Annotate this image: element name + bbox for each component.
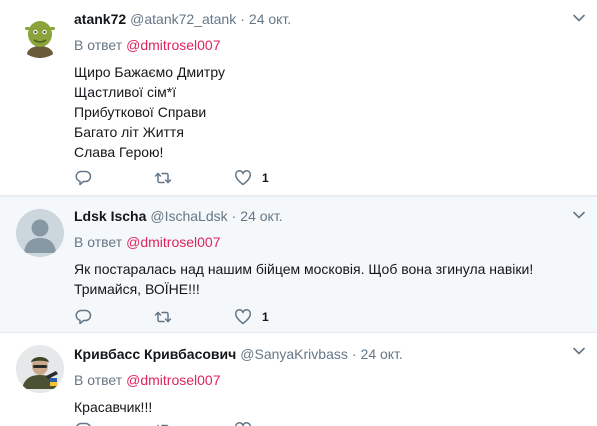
tweet-timestamp[interactable]: 24 окт. bbox=[249, 10, 291, 28]
reply-icon bbox=[75, 170, 92, 186]
tweet-header: Ldsk Ischa @IschaLdsk · 24 окт. bbox=[74, 207, 583, 225]
tweet-timestamp[interactable]: 24 окт. bbox=[361, 345, 403, 363]
tweet-actions: 1 bbox=[74, 168, 314, 188]
retweet-button[interactable] bbox=[154, 307, 234, 327]
avatar[interactable] bbox=[16, 209, 64, 257]
like-icon bbox=[234, 170, 252, 186]
tweet-content: Кривбасс Кривбасович @SanyaKrivbass · 24… bbox=[74, 345, 583, 417]
user-handle[interactable]: @IschaLdsk bbox=[150, 207, 227, 225]
tweet-content: Ldsk Ischa @IschaLdsk · 24 окт. В ответ @… bbox=[74, 207, 583, 299]
user-handle[interactable]: @SanyaKrivbass bbox=[240, 345, 348, 363]
reply-context: В ответ @dmitrosel007 bbox=[74, 36, 583, 54]
tweet-header: Кривбасс Кривбасович @SanyaKrivbass · 24… bbox=[74, 345, 583, 363]
tweet-text-line: Багато літ Життя bbox=[74, 124, 184, 140]
like-count: 1 bbox=[262, 171, 269, 185]
caret-down-icon[interactable] bbox=[573, 347, 585, 355]
reply-button[interactable] bbox=[74, 421, 154, 426]
tweet-timestamp[interactable]: 24 окт. bbox=[240, 207, 282, 225]
retweet-button[interactable] bbox=[154, 168, 234, 188]
reply-button[interactable] bbox=[74, 168, 154, 188]
like-icon bbox=[234, 422, 252, 426]
tweet-text-line: Красавчик!!! bbox=[74, 399, 153, 415]
like-icon bbox=[234, 309, 252, 325]
like-count: 1 bbox=[262, 310, 269, 324]
user-fullname[interactable]: Ldsk Ischa bbox=[74, 207, 146, 225]
reply-prefix: В ответ bbox=[74, 37, 123, 53]
reply-context: В ответ @dmitrosel007 bbox=[74, 371, 583, 389]
retweet-icon bbox=[157, 424, 169, 426]
reply-context: В ответ @dmitrosel007 bbox=[74, 233, 583, 251]
caret-down-icon[interactable] bbox=[573, 14, 585, 22]
user-fullname[interactable]: atank72 bbox=[74, 10, 126, 28]
reply-mention-link[interactable]: @dmitrosel007 bbox=[126, 372, 220, 388]
tweet-text-line: Слава Герою! bbox=[74, 144, 164, 160]
reply-mention-link[interactable]: @dmitrosel007 bbox=[126, 37, 220, 53]
tweet-actions: 1 bbox=[74, 307, 314, 327]
tweet-text: Як постаралась над нашим бійцем московія… bbox=[74, 259, 583, 299]
like-button[interactable]: 1 bbox=[234, 168, 314, 188]
separator: · bbox=[231, 208, 237, 224]
tweet-actions bbox=[74, 421, 314, 426]
avatar[interactable] bbox=[16, 10, 64, 58]
tweet-feed: atank72 @atank72_atank · 24 окт. В ответ… bbox=[0, 0, 597, 426]
reply-prefix: В ответ bbox=[74, 234, 123, 250]
tweet-text: Красавчик!!! bbox=[74, 397, 583, 417]
retweet-button[interactable] bbox=[154, 421, 234, 426]
separator: · bbox=[240, 11, 245, 27]
reply-mention-link[interactable]: @dmitrosel007 bbox=[126, 234, 220, 250]
reply-button[interactable] bbox=[74, 307, 154, 327]
reply-icon bbox=[76, 422, 91, 426]
tweet-text-line: Як постаралась над нашим бійцем московія… bbox=[74, 261, 534, 277]
user-handle[interactable]: @atank72_atank bbox=[130, 10, 236, 28]
tweet-text-line: Прибуткової Справи bbox=[74, 104, 207, 120]
caret-down-icon[interactable] bbox=[573, 211, 585, 219]
tweet-header: atank72 @atank72_atank · 24 окт. bbox=[74, 10, 583, 28]
separator: · bbox=[351, 346, 357, 362]
tweet-text-line: Щиро Бажаємо Дмитру bbox=[74, 64, 225, 80]
tweet[interactable]: Кривбасс Кривбасович @SanyaKrivbass · 24… bbox=[0, 333, 597, 426]
tweet-text: Щиро Бажаємо Дмитру Щастливої сім*ї Приб… bbox=[74, 62, 583, 162]
tweet[interactable]: atank72 @atank72_atank · 24 окт. В ответ… bbox=[0, 0, 597, 196]
tweet[interactable]: Ldsk Ischa @IschaLdsk · 24 окт. В ответ @… bbox=[0, 196, 597, 333]
reply-icon bbox=[75, 309, 92, 325]
like-button[interactable] bbox=[234, 421, 314, 426]
tweet-text-line: Тримайся, ВОЇНЕ!!! bbox=[74, 281, 200, 297]
retweet-icon bbox=[154, 311, 172, 323]
tweet-content: atank72 @atank72_atank · 24 окт. В ответ… bbox=[74, 10, 583, 162]
retweet-icon bbox=[154, 172, 172, 184]
user-fullname[interactable]: Кривбасс Кривбасович bbox=[74, 345, 236, 363]
like-button[interactable]: 1 bbox=[234, 307, 314, 327]
tweet-text-line: Щастливої сім*ї bbox=[74, 84, 177, 100]
avatar[interactable] bbox=[16, 345, 64, 393]
reply-prefix: В ответ bbox=[74, 372, 123, 388]
